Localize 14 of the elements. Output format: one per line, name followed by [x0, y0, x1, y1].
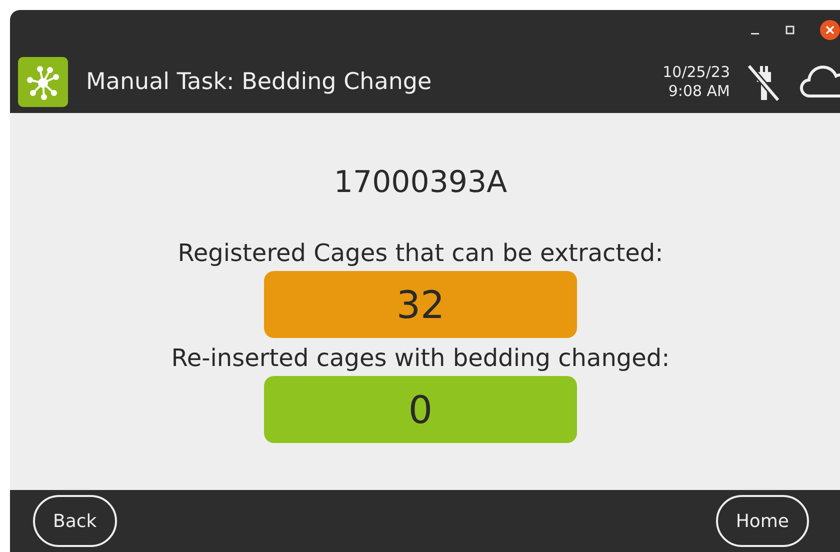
counter-label: Registered Cages that can be extracted: — [178, 238, 664, 268]
nav-button[interactable]: Home — [716, 495, 809, 547]
window-title: Manual Task: Bedding Change — [86, 68, 433, 94]
counter-value: 32 — [264, 271, 577, 338]
close-icon[interactable] — [820, 20, 840, 40]
counter-value: 0 — [264, 376, 577, 443]
cage-id: 17000393A — [334, 165, 508, 200]
network-logo-icon — [18, 56, 68, 106]
cloud-icon — [800, 64, 840, 98]
date-text: 10/25/23 — [662, 62, 730, 82]
nav-button[interactable]: Back — [33, 495, 117, 547]
counter-label: Re-inserted cages with bedding changed: — [171, 343, 670, 373]
maximize-icon[interactable] — [785, 25, 795, 35]
time-text: 9:08 AM — [668, 82, 730, 100]
